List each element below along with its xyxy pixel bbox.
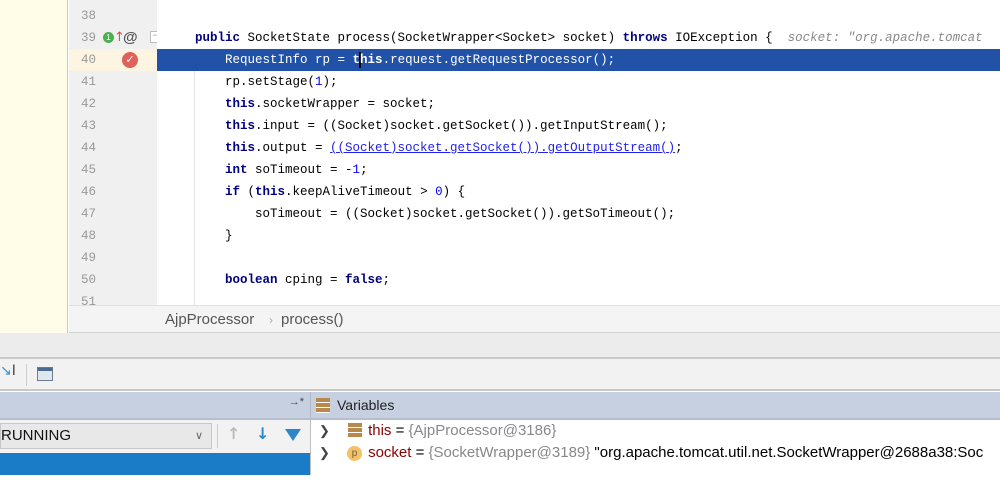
editor-gutter: 38 39 1 ↑ @ − 40 ✓ 41 42 43 44 45 46 47 … xyxy=(69,0,160,309)
line-number: 45 xyxy=(81,163,97,177)
line-number: 39 1 ↑ @ − xyxy=(69,27,160,49)
code-line[interactable]: this.output = ((Socket)socket.getSocket(… xyxy=(157,137,1000,159)
toolbar-separator xyxy=(26,364,27,386)
line-number: 48 xyxy=(81,229,97,243)
arrow-down-icon[interactable]: ↓ xyxy=(256,424,269,443)
code-line[interactable]: public SocketState process(SocketWrapper… xyxy=(157,27,1000,49)
selected-frame-row[interactable] xyxy=(0,453,310,475)
panel-divider xyxy=(0,333,1000,359)
line-number: 50 xyxy=(81,273,97,287)
filter-icon[interactable] xyxy=(285,429,301,441)
thread-select[interactable]: RUNNING ∨ xyxy=(0,423,212,449)
line-number: 46 xyxy=(81,185,97,199)
code-line[interactable]: rp.setStage(1); xyxy=(157,71,1000,93)
variables-icon xyxy=(316,398,330,413)
code-editor[interactable]: public SocketState process(SocketWrapper… xyxy=(157,0,1000,305)
line-number: 42 xyxy=(81,97,97,111)
object-icon xyxy=(348,423,363,437)
code-line[interactable]: if (this.keepAliveTimeout > 0) { xyxy=(157,181,1000,203)
evaluate-expression-icon[interactable] xyxy=(37,367,53,381)
override-icon[interactable]: 1 xyxy=(103,32,114,43)
line-number: 47 xyxy=(81,207,97,221)
inline-debug-hint: socket: "org.apache.tomcat xyxy=(787,31,983,45)
variable-row[interactable]: ❯ p socket = {SocketWrapper@3189} "org.ap… xyxy=(311,442,1000,464)
breakpoint-icon[interactable]: ✓ xyxy=(122,52,138,68)
left-panel xyxy=(0,0,68,333)
line-number: 43 xyxy=(81,119,97,133)
run-to-cursor-icon[interactable]: ↘I xyxy=(0,363,16,379)
debug-toolbar: ↘I xyxy=(0,359,1000,391)
code-line[interactable]: } xyxy=(157,225,1000,247)
toolbar-separator xyxy=(217,424,218,448)
line-number: 40 ✓ xyxy=(69,49,157,71)
breadcrumb-method[interactable]: process() xyxy=(281,306,344,334)
variables-header: Variables xyxy=(310,392,1000,420)
expand-icon[interactable]: ❯ xyxy=(319,423,330,438)
frames-panel: RUNNING ∨ ↑ ↓ xyxy=(0,420,310,475)
code-link[interactable]: ((Socket)socket.getSocket()).getOutputSt… xyxy=(330,141,675,155)
variables-title: Variables xyxy=(337,397,395,413)
breadcrumb: AjpProcessor › process() xyxy=(69,305,1000,333)
code-line[interactable]: int soTimeout = -1; xyxy=(157,159,1000,181)
annotation-icon[interactable]: @ xyxy=(123,27,138,49)
line-number: 38 xyxy=(81,9,97,23)
thread-state: RUNNING xyxy=(1,427,71,444)
chevron-down-icon: ∨ xyxy=(194,430,203,442)
expand-icon[interactable]: ❯ xyxy=(319,445,330,460)
variables-panel: ❯ this = {AjpProcessor@3186} ❯ p socket =… xyxy=(310,420,1000,475)
code-line[interactable]: boolean cping = false; xyxy=(157,269,1000,291)
arrow-up-icon[interactable]: ↑ xyxy=(227,424,240,443)
code-line[interactable]: soTimeout = ((Socket)socket.getSocket())… xyxy=(157,203,1000,225)
variable-row[interactable]: ❯ this = {AjpProcessor@3186} xyxy=(311,420,1000,442)
frames-header: →* xyxy=(0,392,310,420)
code-line[interactable]: this.input = ((Socket)socket.getSocket()… xyxy=(157,115,1000,137)
variable-row[interactable] xyxy=(311,464,1000,486)
pin-tab-icon[interactable]: →* xyxy=(289,396,304,408)
line-number: 44 xyxy=(81,141,97,155)
code-line-current[interactable]: RequestInfo rp = this.request.getRequest… xyxy=(157,49,1000,71)
parameter-icon: p xyxy=(347,446,363,461)
breadcrumb-separator: › xyxy=(269,313,273,327)
line-number: 41 xyxy=(81,75,97,89)
breadcrumb-class[interactable]: AjpProcessor xyxy=(165,306,254,334)
code-line[interactable]: this.socketWrapper = socket; xyxy=(157,93,1000,115)
line-number: 49 xyxy=(81,251,97,265)
